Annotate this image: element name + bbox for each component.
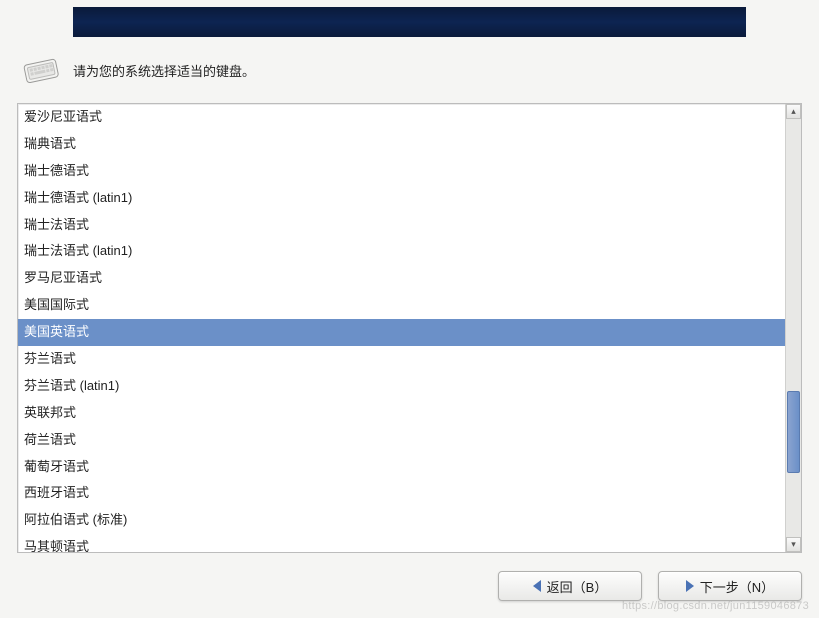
arrow-left-icon xyxy=(533,580,541,592)
list-item[interactable]: 荷兰语式 xyxy=(18,427,785,454)
list-item[interactable]: 英联邦式 xyxy=(18,400,785,427)
window-inner: 请为您的系统选择适当的键盘。 爱沙尼亚语式瑞典语式瑞士德语式瑞士德语式 (lat… xyxy=(3,3,816,615)
back-button[interactable]: 返回（B） xyxy=(498,571,642,601)
header-banner xyxy=(73,7,746,37)
list-item[interactable]: 爱沙尼亚语式 xyxy=(18,104,785,131)
scroll-up-button[interactable]: ▴ xyxy=(786,104,801,119)
scroll-down-button[interactable]: ▾ xyxy=(786,537,801,552)
next-button[interactable]: 下一步（N） xyxy=(658,571,802,601)
keyboard-icon xyxy=(21,55,61,85)
scroll-track[interactable] xyxy=(786,119,801,537)
list-item[interactable]: 西班牙语式 xyxy=(18,480,785,507)
scroll-thumb[interactable] xyxy=(787,391,800,473)
list-item[interactable]: 葡萄牙语式 xyxy=(18,454,785,481)
installer-window: 请为您的系统选择适当的键盘。 爱沙尼亚语式瑞典语式瑞士德语式瑞士德语式 (lat… xyxy=(0,0,819,618)
prompt-text: 请为您的系统选择适当的键盘。 xyxy=(73,61,255,80)
list-item[interactable]: 罗马尼亚语式 xyxy=(18,265,785,292)
list-item[interactable]: 瑞士法语式 (latin1) xyxy=(18,238,785,265)
next-button-label: 下一步（N） xyxy=(700,577,774,596)
list-item[interactable]: 美国英语式 xyxy=(18,319,785,346)
list-item[interactable]: 瑞士德语式 xyxy=(18,158,785,185)
back-button-label: 返回（B） xyxy=(547,577,608,596)
list-item[interactable]: 瑞士德语式 (latin1) xyxy=(18,185,785,212)
scrollbar[interactable]: ▴ ▾ xyxy=(785,104,801,552)
list-item[interactable]: 芬兰语式 xyxy=(18,346,785,373)
prompt-row: 请为您的系统选择适当的键盘。 xyxy=(3,37,816,97)
list-item[interactable]: 瑞典语式 xyxy=(18,131,785,158)
arrow-right-icon xyxy=(686,580,694,592)
button-row: 返回（B） 下一步（N） xyxy=(3,563,816,615)
keyboard-list[interactable]: 爱沙尼亚语式瑞典语式瑞士德语式瑞士德语式 (latin1)瑞士法语式瑞士法语式 … xyxy=(18,104,785,552)
list-item[interactable]: 美国国际式 xyxy=(18,292,785,319)
list-item[interactable]: 瑞士法语式 xyxy=(18,212,785,239)
list-item[interactable]: 芬兰语式 (latin1) xyxy=(18,373,785,400)
keyboard-list-box: 爱沙尼亚语式瑞典语式瑞士德语式瑞士德语式 (latin1)瑞士法语式瑞士法语式 … xyxy=(17,103,802,553)
list-item[interactable]: 阿拉伯语式 (标准) xyxy=(18,507,785,534)
list-item[interactable]: 马其顿语式 xyxy=(18,534,785,552)
